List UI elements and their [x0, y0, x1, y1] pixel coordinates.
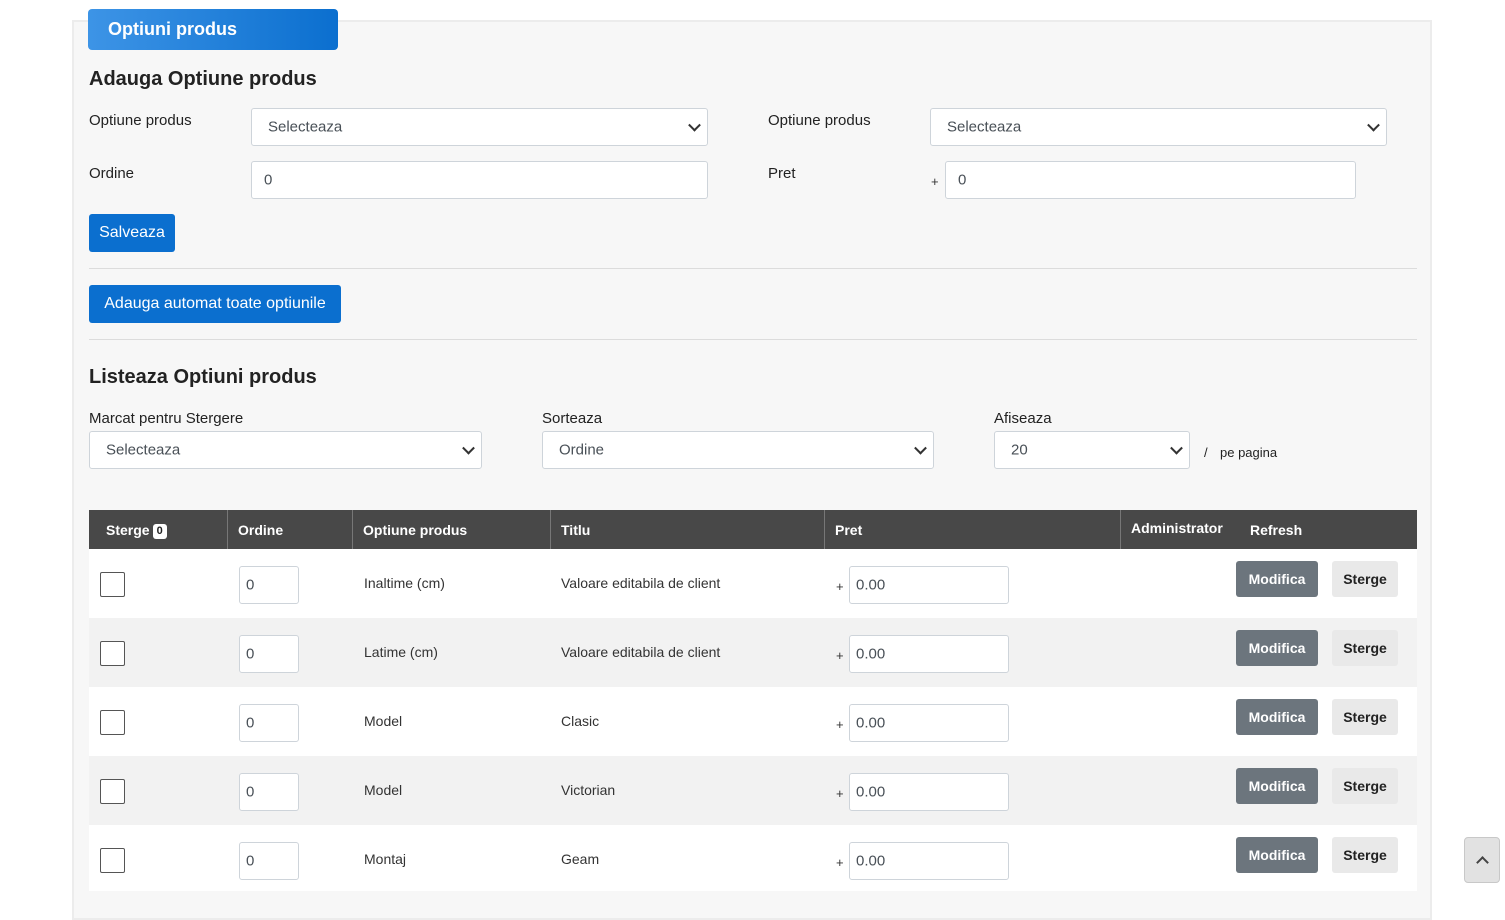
- row-order-input[interactable]: 0: [239, 773, 299, 811]
- row-title: Valoare editabila de client: [561, 644, 721, 660]
- row-price-input[interactable]: 0.00: [849, 842, 1009, 880]
- table-row: 0 Montaj Geam + 0.00 Modifica Sterge: [89, 825, 1417, 891]
- edit-button[interactable]: Modifica: [1236, 768, 1318, 804]
- row-price-input[interactable]: 0.00: [849, 635, 1009, 673]
- table-header: Sterge 0 Ordine Optiune produs Titlu Pret…: [89, 510, 1417, 549]
- row-delete-checkbox[interactable]: [100, 710, 125, 735]
- th-title[interactable]: Titlu: [551, 510, 825, 549]
- delete-button[interactable]: Sterge: [1332, 837, 1398, 873]
- edit-button[interactable]: Modifica: [1236, 561, 1318, 597]
- order-label: Ordine: [89, 165, 135, 182]
- row-price-input[interactable]: 0.00: [849, 773, 1009, 811]
- chevron-down-icon: [462, 441, 475, 455]
- row-delete-checkbox[interactable]: [100, 572, 125, 597]
- row-option: Latime (cm): [364, 644, 438, 660]
- edit-button[interactable]: Modifica: [1236, 699, 1318, 735]
- chevron-down-icon: [914, 441, 927, 455]
- row-title: Geam: [561, 851, 600, 867]
- row-price-sign: +: [836, 855, 844, 870]
- table-row: 0 Model Clasic + 0.00 Modifica Sterge: [89, 687, 1417, 756]
- row-delete-checkbox[interactable]: [100, 848, 125, 873]
- auto-add-button[interactable]: Adauga automat toate optiunile: [89, 285, 341, 323]
- row-price-sign: +: [836, 648, 844, 663]
- row-price-input[interactable]: 0.00: [849, 566, 1009, 604]
- row-price-sign: +: [836, 717, 844, 732]
- option-label-2: Optiune produs: [768, 112, 871, 129]
- per-page-label: pe pagina: [1220, 445, 1278, 460]
- row-order-input[interactable]: 0: [239, 566, 299, 604]
- save-button[interactable]: Salveaza: [89, 214, 175, 252]
- th-admin: Administrator: [1131, 520, 1223, 536]
- delete-button[interactable]: Sterge: [1332, 768, 1398, 804]
- sort-select[interactable]: Ordine: [542, 431, 934, 469]
- delete-button[interactable]: Sterge: [1332, 699, 1398, 735]
- chevron-up-icon: [1476, 856, 1489, 869]
- th-order[interactable]: Ordine: [228, 510, 353, 549]
- row-price-sign: +: [836, 786, 844, 801]
- price-label: Pret: [768, 165, 796, 182]
- chevron-down-icon: [688, 118, 701, 132]
- table-row: 0 Latime (cm) Valoare editabila de clien…: [89, 618, 1417, 687]
- divider: [89, 339, 1417, 340]
- row-order-input[interactable]: 0: [239, 704, 299, 742]
- price-input[interactable]: 0: [945, 161, 1356, 199]
- refresh-link[interactable]: Refresh: [1240, 510, 1340, 549]
- row-title: Clasic: [561, 713, 600, 729]
- row-delete-checkbox[interactable]: [100, 779, 125, 804]
- show-label: Afiseaza: [994, 410, 1052, 427]
- th-price[interactable]: Pret: [825, 510, 1121, 549]
- price-sign: +: [931, 174, 939, 189]
- add-heading: Adauga Optiune produs: [89, 68, 317, 90]
- option-select-1[interactable]: Selecteaza: [251, 108, 708, 146]
- row-price-input[interactable]: 0.00: [849, 704, 1009, 742]
- row-title: Victorian: [561, 782, 616, 798]
- chevron-down-icon: [1170, 441, 1183, 455]
- row-order-input[interactable]: 0: [239, 635, 299, 673]
- table-row: 0 Model Victorian + 0.00 Modifica Sterge: [89, 756, 1417, 825]
- edit-button[interactable]: Modifica: [1236, 630, 1318, 666]
- option-select-2[interactable]: Selecteaza: [930, 108, 1387, 146]
- chevron-down-icon: [1367, 118, 1380, 132]
- row-option: Model: [364, 782, 403, 798]
- row-option: Inaltime (cm): [364, 575, 445, 591]
- edit-button[interactable]: Modifica: [1236, 837, 1318, 873]
- marked-select[interactable]: Selecteaza: [89, 431, 482, 469]
- divider: [89, 268, 1417, 269]
- row-option: Montaj: [364, 851, 407, 867]
- order-input[interactable]: 0: [251, 161, 708, 199]
- panel-title: Optiuni produs: [88, 9, 338, 50]
- row-price-sign: +: [836, 579, 844, 594]
- row-title: Valoare editabila de client: [561, 575, 721, 591]
- per-page-select[interactable]: 20: [994, 431, 1190, 469]
- sort-label: Sorteaza: [542, 410, 603, 427]
- th-delete: Sterge 0: [89, 510, 228, 549]
- scroll-top-button[interactable]: [1464, 837, 1500, 883]
- delete-button[interactable]: Sterge: [1332, 630, 1398, 666]
- delete-button[interactable]: Sterge: [1332, 561, 1398, 597]
- th-option[interactable]: Optiune produs: [353, 510, 551, 549]
- row-delete-checkbox[interactable]: [100, 641, 125, 666]
- row-option: Model: [364, 713, 403, 729]
- table-row: 0 Inaltime (cm) Valoare editabila de cli…: [89, 549, 1417, 618]
- delete-count-badge: 0: [152, 524, 167, 539]
- per-page-slash: /: [1204, 445, 1208, 460]
- option-label-1: Optiune produs: [89, 112, 192, 129]
- marked-label: Marcat pentru Stergere: [89, 410, 244, 427]
- list-heading: Listeaza Optiuni produs: [89, 366, 317, 388]
- row-order-input[interactable]: 0: [239, 842, 299, 880]
